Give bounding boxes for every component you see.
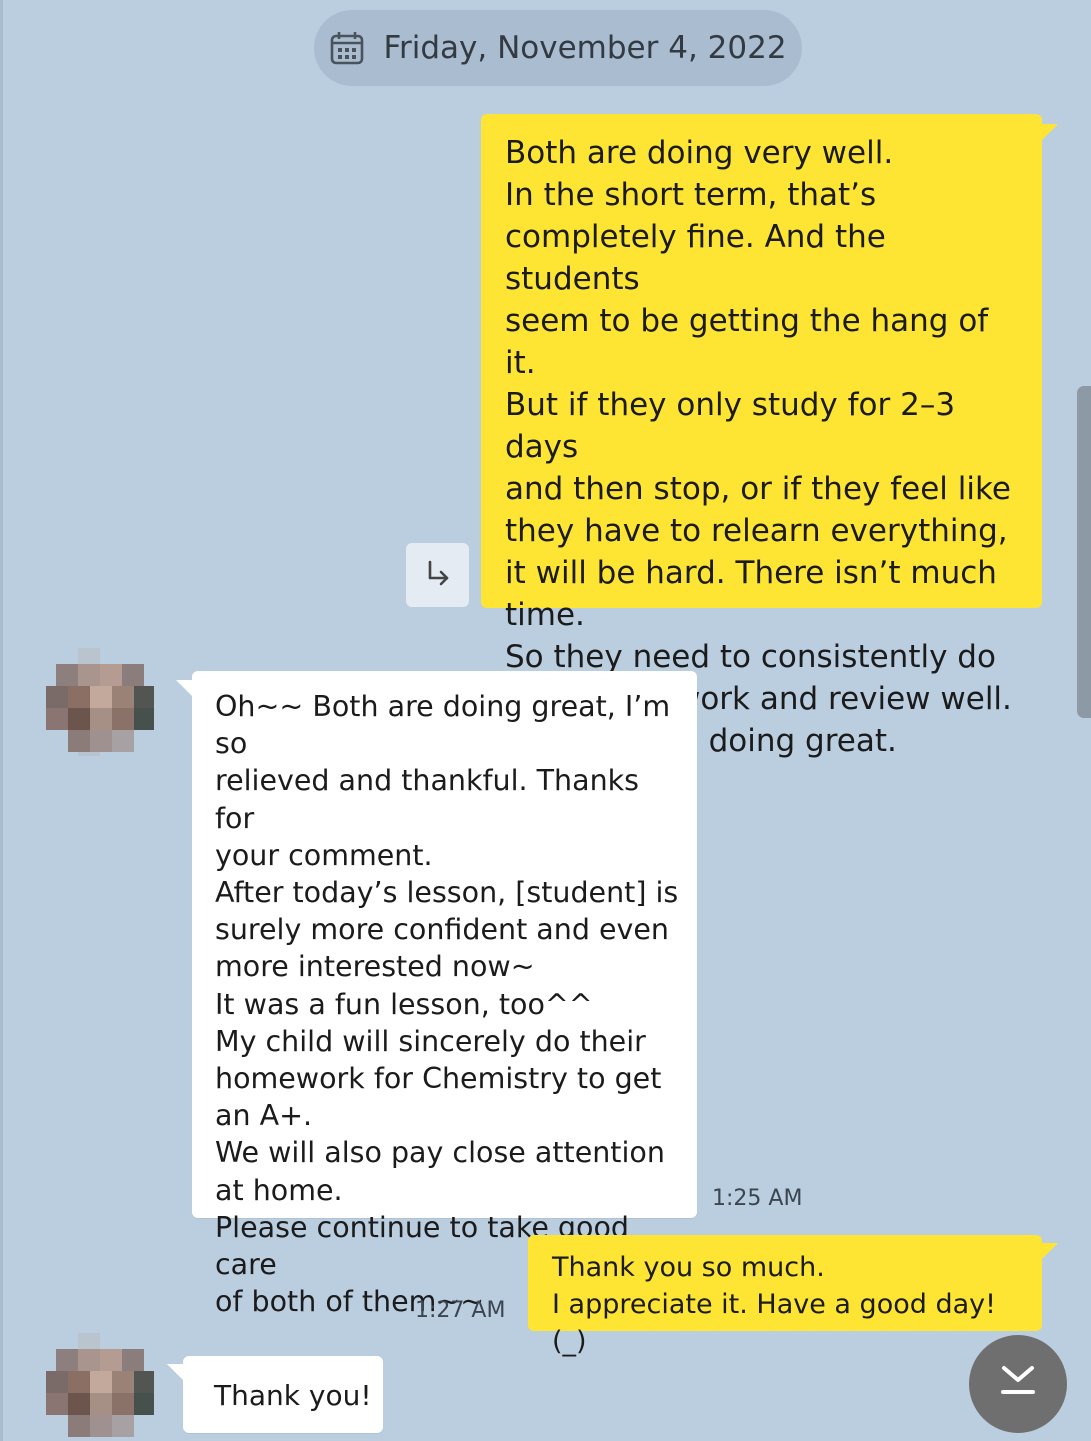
reply-arrow-icon [422,557,454,593]
bubble-tail [1040,1243,1058,1261]
contact-message-bubble[interactable]: Oh~~ Both are doing great, I’m so reliev… [192,671,697,1318]
window-edge [0,0,3,1441]
contact-avatar[interactable] [46,648,154,756]
scroll-to-bottom-button[interactable] [969,1335,1067,1433]
reply-button[interactable] [406,543,469,607]
date-divider: Friday, November 4, 2022 [314,10,802,86]
contact-message-bubble[interactable]: Thank you! [183,1356,383,1433]
message-timestamp: 1:25 AM [712,1186,803,1211]
my-message-bubble[interactable]: Thank you so much. I appreciate it. Have… [528,1235,1042,1357]
calendar-icon [329,30,365,66]
bubble-tail [1040,124,1058,142]
chat-window[interactable]: Friday, November 4, 2022 Both are doing … [0,0,1091,1441]
date-divider-label: Friday, November 4, 2022 [383,30,787,66]
contact-avatar[interactable] [46,1333,154,1441]
message-timestamp: 1:27 AM [415,1298,506,1323]
scroll-to-bottom-icon [996,1360,1040,1408]
scrollbar-thumb[interactable] [1077,386,1091,718]
my-message-bubble[interactable]: Both are doing very well. In the short t… [481,114,1042,759]
